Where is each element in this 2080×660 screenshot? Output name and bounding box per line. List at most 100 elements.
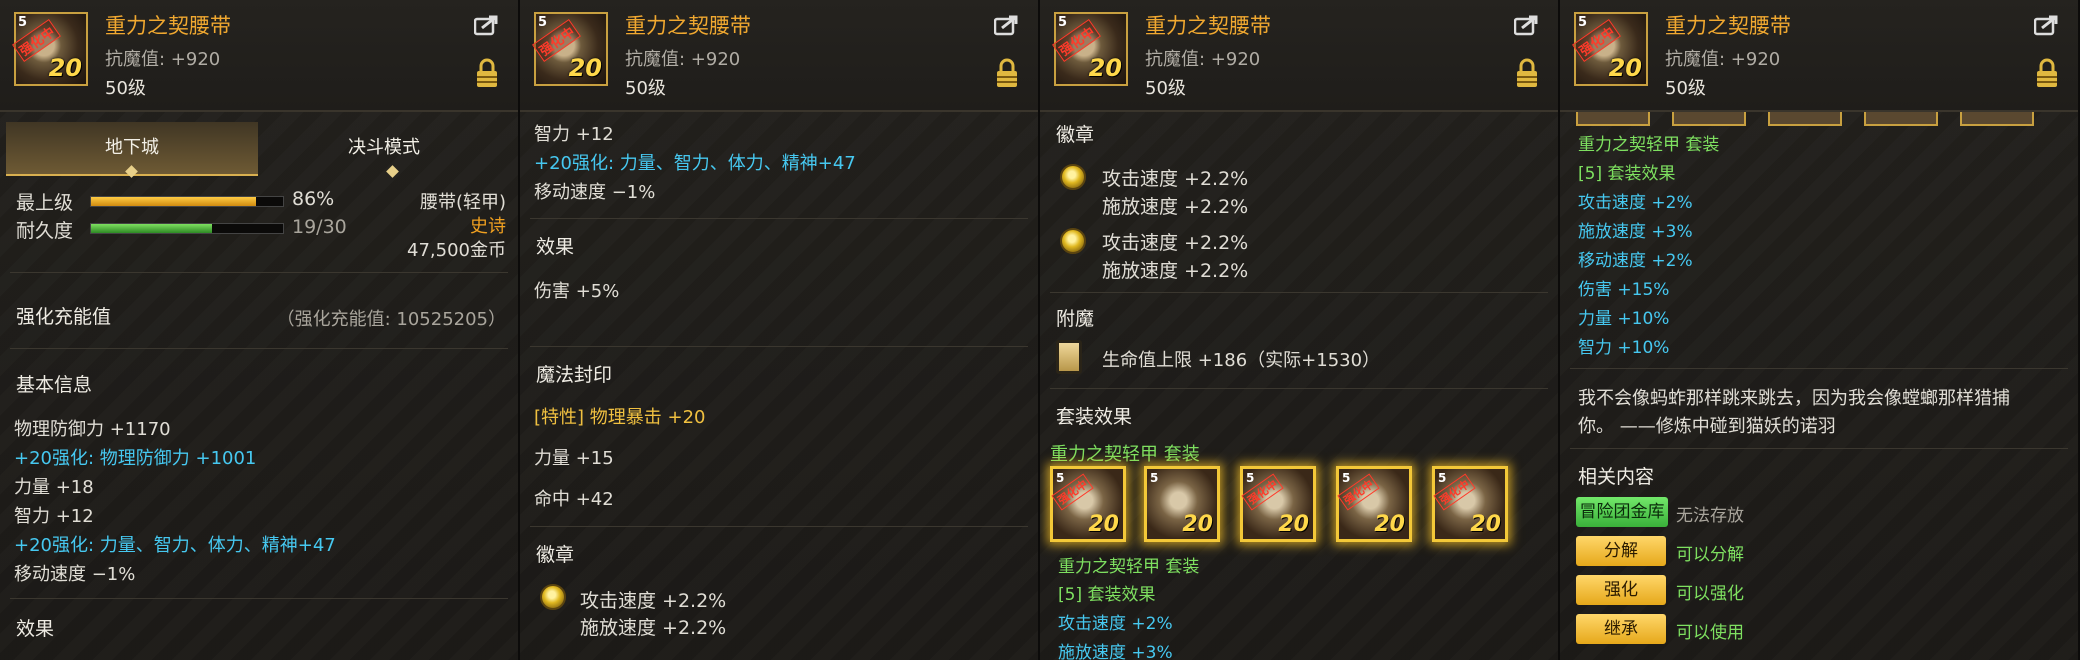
divider: [10, 598, 508, 599]
tier-label: 5: [1246, 471, 1255, 485]
stat-line: 智力 +12: [534, 124, 614, 145]
effect-title: 效果: [536, 236, 575, 258]
divider: [1570, 368, 2068, 369]
emblem-line: 攻击速度 +2.2%: [1102, 232, 1249, 254]
set-bonus: 力量 +10%: [1578, 309, 1670, 329]
tooltip-panel-2: 5 强化中 20 重力之契腰带 抗魔值: +920 50级 智力 +12 +20…: [520, 0, 1040, 660]
tier-label: 5: [538, 15, 548, 30]
flavor-text: 我不会像蚂蚱那样跳来跳去，因为我会像螳螂那样猎捕: [1578, 388, 2010, 409]
enchant-title: 附魔: [1056, 308, 1095, 330]
related-status: 可以分解: [1676, 545, 1744, 565]
basic-title: 基本信息: [16, 374, 93, 396]
item-name: 重力之契腰带: [105, 14, 231, 38]
item-header: 5 强化中 20 重力之契腰带 抗魔值: +920 50级: [520, 0, 1038, 112]
emblem-icon: [540, 584, 566, 610]
set-effect-label: [5] 套装效果: [1058, 585, 1156, 605]
icon-level: 20: [1374, 512, 1405, 537]
item-substat: 抗魔值: +920: [1665, 49, 1781, 70]
stat-line: +20强化: 力量、智力、体力、精神+47: [534, 153, 856, 174]
set-item-slot[interactable]: 5 20: [1144, 466, 1220, 542]
stat-label: 耐久度: [16, 220, 74, 242]
item-header: 5 强化中 20 重力之契腰带 抗魔值: +920 50级: [0, 0, 518, 112]
emblem-line: 施放速度 +2.2%: [580, 617, 727, 639]
amp-value: （强化充能值: 10525205）: [276, 309, 506, 330]
icon-level: 20: [1608, 54, 1642, 82]
item-name: 重力之契腰带: [1145, 14, 1271, 38]
emblem-icon: [1060, 228, 1086, 254]
tier-label: 5: [1058, 15, 1068, 30]
tier-label: 5: [1438, 471, 1447, 485]
icon-level: 20: [1278, 512, 1309, 537]
tab-pvp[interactable]: 决斗模式: [258, 122, 510, 174]
seal-title: 魔法封印: [536, 364, 613, 386]
set-item-slot[interactable]: 5 强化中 20: [1432, 466, 1508, 542]
divider: [530, 218, 1028, 219]
lock-icon[interactable]: [996, 58, 1018, 88]
amp-title: 强化充能值: [16, 306, 112, 328]
item-icon: 5 强化中 20: [1572, 12, 1648, 86]
share-icon[interactable]: [474, 14, 500, 36]
item-level: 50级: [1665, 78, 1706, 99]
grade-bar: [90, 196, 284, 207]
tooltip-panel-1: 5 强化中 20 重力之契腰带 抗魔值: +920 50级 地下城 决斗模式 最…: [0, 0, 520, 660]
stat-line: +20强化: 物理防御力 +1001: [14, 448, 257, 469]
item-substat: 抗魔值: +920: [105, 49, 221, 70]
related-status: 可以强化: [1676, 584, 1744, 604]
stat-line: 智力 +12: [14, 506, 94, 527]
stat-line: 移动速度 −1%: [14, 564, 136, 585]
tier-label: 5: [1056, 471, 1065, 485]
divider: [530, 346, 1028, 347]
item-header: 5 强化中 20 重力之契腰带 抗魔值: +920 50级: [1040, 0, 1558, 112]
set-item-slot[interactable]: 5 强化中 20: [1336, 466, 1412, 542]
set-item-slot[interactable]: 5 强化中 20: [1050, 466, 1126, 542]
share-icon[interactable]: [994, 14, 1020, 36]
lock-icon[interactable]: [476, 58, 498, 88]
item-rarity: 史诗: [470, 216, 506, 237]
tier-label: 5: [18, 15, 28, 30]
seal-line: 力量 +15: [534, 448, 614, 469]
icon-level: 20: [1088, 512, 1119, 537]
set-name: 重力之契轻甲 套装: [1050, 444, 1200, 465]
set-effect-label: [5] 套装效果: [1578, 164, 1676, 184]
lock-icon[interactable]: [1516, 58, 1538, 88]
emblem-line: 攻击速度 +2.2%: [580, 590, 727, 612]
durability-value: 19/30: [292, 216, 347, 238]
tier-label: 5: [1150, 471, 1159, 485]
effect-title: 效果: [16, 618, 55, 640]
share-icon[interactable]: [1514, 14, 1540, 36]
disassemble-badge: 分解: [1576, 536, 1666, 566]
icon-level: 20: [568, 54, 602, 82]
icon-level: 20: [1088, 54, 1122, 82]
set-bonus: 攻击速度 +2%: [1578, 193, 1693, 213]
vault-badge: 冒险团金库: [1576, 497, 1668, 527]
seal-line: 命中 +42: [534, 489, 614, 510]
emblem-line: 攻击速度 +2.2%: [1102, 168, 1249, 190]
set-bonus: 移动速度 +2%: [1578, 251, 1693, 271]
item-substat: 抗魔值: +920: [1145, 49, 1261, 70]
enchant-line: 生命值上限 +186（实际+1530）: [1102, 350, 1381, 371]
tier-label: 5: [1342, 471, 1351, 485]
share-icon[interactable]: [2034, 14, 2060, 36]
item-icon: 5 强化中 20: [12, 12, 88, 86]
set-name: 重力之契轻甲 套装: [1578, 135, 1720, 155]
icon-level: 20: [1470, 512, 1501, 537]
emblem-title: 徽章: [536, 544, 575, 566]
lock-icon[interactable]: [2036, 58, 2058, 88]
enhance-badge: 强化: [1576, 575, 1666, 605]
item-price: 47,500金币: [407, 240, 506, 261]
item-name: 重力之契腰带: [625, 14, 751, 38]
mode-tabs: 地下城 决斗模式: [6, 122, 511, 178]
card-icon: [1056, 340, 1082, 374]
stat-line: 力量 +18: [14, 477, 94, 498]
set-item-slot[interactable]: 5 强化中 20: [1240, 466, 1316, 542]
divider: [1050, 292, 1548, 293]
item-icon: 5 强化中 20: [1052, 12, 1128, 86]
emblem-line: 施放速度 +2.2%: [1102, 260, 1249, 282]
set-bonus: 施放速度 +3%: [1058, 643, 1173, 660]
emblem-icon: [1060, 164, 1086, 190]
stat-line: 移动速度 −1%: [534, 182, 656, 203]
set-title: 套装效果: [1056, 406, 1133, 428]
stat-label: 最上级: [16, 192, 74, 214]
seal-line: [特性] 物理暴击 +20: [534, 407, 706, 428]
item-level: 50级: [625, 78, 666, 99]
